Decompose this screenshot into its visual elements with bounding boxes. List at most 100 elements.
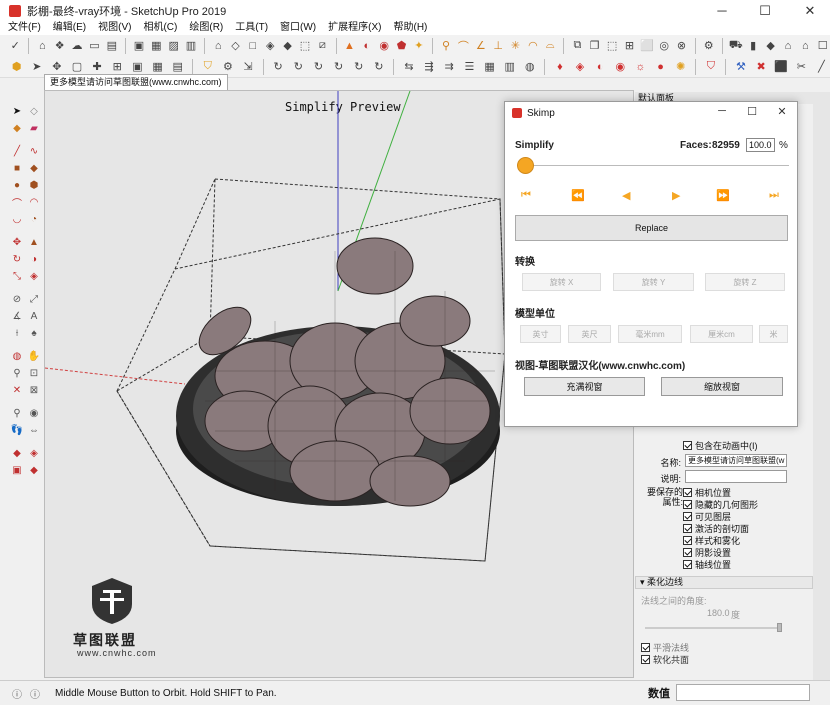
iso-view-icon[interactable]: ⌂ bbox=[211, 37, 225, 55]
smoove-icon[interactable]: ✦ bbox=[412, 37, 426, 55]
scale-tool-icon[interactable]: ⤡ bbox=[10, 269, 24, 283]
scene-tab[interactable]: 更多模型请访问草图联盟(www.cnwhc.com) bbox=[44, 74, 228, 90]
section-icon[interactable]: ⧄ bbox=[315, 37, 329, 55]
pan-tool-icon[interactable]: ✋ bbox=[27, 349, 41, 363]
info-icon[interactable]: ⓘ bbox=[30, 686, 40, 701]
include-animation-checkbox[interactable]: 包含在动画中(I) bbox=[683, 439, 758, 451]
circle-tool-icon[interactable]: ● bbox=[10, 178, 24, 192]
vray-bulb-icon[interactable]: ✺ bbox=[672, 58, 689, 76]
zoom-window-icon[interactable]: ⊡ bbox=[27, 366, 41, 380]
eraser-icon[interactable]: ▰ bbox=[27, 121, 41, 135]
cloud-icon[interactable]: ☁ bbox=[70, 37, 84, 55]
dialog-maximize-icon[interactable]: ☐ bbox=[742, 105, 762, 118]
ext-box-icon[interactable]: ▢ bbox=[68, 58, 85, 76]
tape-measure-icon[interactable]: ⊘ bbox=[10, 292, 24, 306]
select-tool-icon[interactable]: ✓ bbox=[8, 37, 22, 55]
ext-scale-icon[interactable]: ⇲ bbox=[240, 58, 257, 76]
rotate-x-button[interactable]: 旋转 X bbox=[522, 273, 601, 291]
walk-tool-icon[interactable]: 👣 bbox=[10, 423, 24, 437]
vray-render-icon[interactable]: ♦ bbox=[551, 58, 568, 76]
ext-tile-icon[interactable]: ▦ bbox=[149, 58, 166, 76]
section-plane-icon[interactable]: ⇔ bbox=[27, 423, 41, 437]
look-around-icon[interactable]: ◉ bbox=[27, 406, 41, 420]
maximize-icon[interactable]: ☐ bbox=[745, 0, 785, 21]
menu-edit[interactable]: 编辑(E) bbox=[53, 21, 86, 35]
shapes-icon[interactable]: ◆ bbox=[763, 37, 777, 55]
panel-icon[interactable]: ▦ bbox=[149, 37, 163, 55]
ext-grid-icon[interactable]: ⊞ bbox=[109, 58, 126, 76]
house-icon[interactable]: ⌂ bbox=[35, 37, 49, 55]
replace-button[interactable]: Replace bbox=[515, 215, 788, 241]
paint-bucket-icon[interactable]: ◆ bbox=[10, 121, 24, 135]
step-back-icon[interactable]: ◀ bbox=[622, 189, 630, 202]
rewind-icon[interactable]: ⏪ bbox=[571, 189, 585, 202]
percent-input[interactable]: 100.0 bbox=[746, 138, 775, 152]
select-arrow-icon[interactable]: ➤ bbox=[10, 104, 24, 118]
prop-style-fog[interactable]: 样式和雾化 bbox=[683, 534, 740, 546]
camera-icon[interactable]: ⛟ bbox=[729, 37, 743, 55]
close-icon[interactable]: ✕ bbox=[790, 0, 830, 21]
pie-tool-icon[interactable]: ◔ bbox=[27, 212, 41, 226]
vray-sphere-icon[interactable]: ● bbox=[652, 58, 669, 76]
scene-name-input[interactable]: 更多模型请访问草图联盟(w bbox=[685, 454, 787, 467]
rotate-3-icon[interactable]: ↻ bbox=[310, 58, 327, 76]
prop-visible-layers[interactable]: 可见图层 bbox=[683, 510, 731, 522]
followme-tool-icon[interactable]: ◑ bbox=[27, 252, 41, 266]
front-view-icon[interactable]: □ bbox=[246, 37, 260, 55]
group-icon[interactable]: ⧉ bbox=[570, 37, 584, 55]
menu-help[interactable]: 帮助(H) bbox=[393, 21, 427, 35]
settings-icon[interactable]: ⚙ bbox=[702, 37, 716, 55]
ext-move-icon[interactable]: ✥ bbox=[48, 58, 65, 76]
top-view-icon[interactable]: ◇ bbox=[228, 37, 242, 55]
step-forward-icon[interactable]: ▶ bbox=[672, 189, 680, 202]
layout-icon[interactable]: ◆ bbox=[27, 463, 41, 477]
mirror-icon[interactable]: ⇆ bbox=[400, 58, 417, 76]
rotate-2-icon[interactable]: ↻ bbox=[290, 58, 307, 76]
menu-file[interactable]: 文件(F) bbox=[8, 21, 41, 35]
zoom-extents-icon[interactable]: ✕ bbox=[10, 383, 24, 397]
layers-icon[interactable]: ▤ bbox=[105, 37, 119, 55]
rotate-z-button[interactable]: 旋转 Z bbox=[705, 273, 785, 291]
angle-icon[interactable]: ∠ bbox=[474, 37, 488, 55]
prop-axes-location[interactable]: 轴线位置 bbox=[683, 558, 731, 570]
back-view-icon[interactable]: ◆ bbox=[280, 37, 294, 55]
rotate-tool-icon[interactable]: ↻ bbox=[10, 252, 24, 266]
extension-warehouse-icon[interactable]: ▣ bbox=[10, 463, 24, 477]
drape-icon[interactable]: ◉ bbox=[377, 37, 391, 55]
simplify-slider-track[interactable] bbox=[517, 165, 789, 166]
frame-icon[interactable]: ☐ bbox=[815, 37, 829, 55]
globe-icon[interactable]: ◍ bbox=[521, 58, 538, 76]
zoom-view-button[interactable]: 缩放视窗 bbox=[661, 377, 783, 396]
previous-view-icon[interactable]: ⊠ bbox=[27, 383, 41, 397]
vray-options-icon[interactable]: ◐ bbox=[592, 58, 609, 76]
rotate-1-icon[interactable]: ↻ bbox=[270, 58, 287, 76]
minimize-icon[interactable]: ─ bbox=[702, 0, 742, 21]
ext-plus-icon[interactable]: ✚ bbox=[89, 58, 106, 76]
vray-frame-icon[interactable]: ◉ bbox=[612, 58, 629, 76]
soften-edges-header[interactable]: ▾ 柔化边线 bbox=[635, 576, 813, 589]
ext-shield-icon[interactable]: ⛉ bbox=[199, 58, 216, 76]
arc-tool-icon[interactable]: ⌒ bbox=[10, 195, 24, 210]
unit-mm-button[interactable]: 毫米mm bbox=[618, 325, 682, 343]
rotate-6-icon[interactable]: ↻ bbox=[370, 58, 387, 76]
fast-forward-icon[interactable]: ⏩ bbox=[716, 189, 730, 202]
menu-view[interactable]: 视图(V) bbox=[98, 21, 131, 35]
freehand-icon[interactable]: ∿ bbox=[27, 144, 41, 158]
unit-inch-button[interactable]: 英寸 bbox=[520, 325, 561, 343]
distribute-icon[interactable]: ⇉ bbox=[441, 58, 458, 76]
home-icon[interactable]: ⌂ bbox=[781, 37, 795, 55]
ext-cube-icon[interactable]: ⬛ bbox=[773, 58, 790, 76]
curve-icon[interactable]: ⌒ bbox=[456, 37, 470, 55]
ext-line-icon[interactable]: ╱ bbox=[813, 58, 830, 76]
simplify-slider-thumb[interactable] bbox=[517, 157, 534, 174]
pushpull-tool-icon[interactable]: ▲ bbox=[27, 235, 41, 249]
align-icon[interactable]: ⇶ bbox=[421, 58, 438, 76]
menu-extensions[interactable]: 扩展程序(X) bbox=[328, 21, 381, 35]
arc2-tool-icon[interactable]: ◠ bbox=[27, 195, 41, 209]
dimension-tool-icon[interactable]: ⤢ bbox=[27, 292, 41, 306]
ext-cross-icon[interactable]: ✖ bbox=[753, 58, 770, 76]
stamp-icon[interactable]: ◐ bbox=[360, 37, 374, 55]
prop-hidden-geometry[interactable]: 隐藏的几何图形 bbox=[683, 498, 758, 510]
rectangle-icon[interactable]: ▭ bbox=[87, 37, 101, 55]
last-frame-icon[interactable]: ⏭ bbox=[769, 189, 779, 202]
